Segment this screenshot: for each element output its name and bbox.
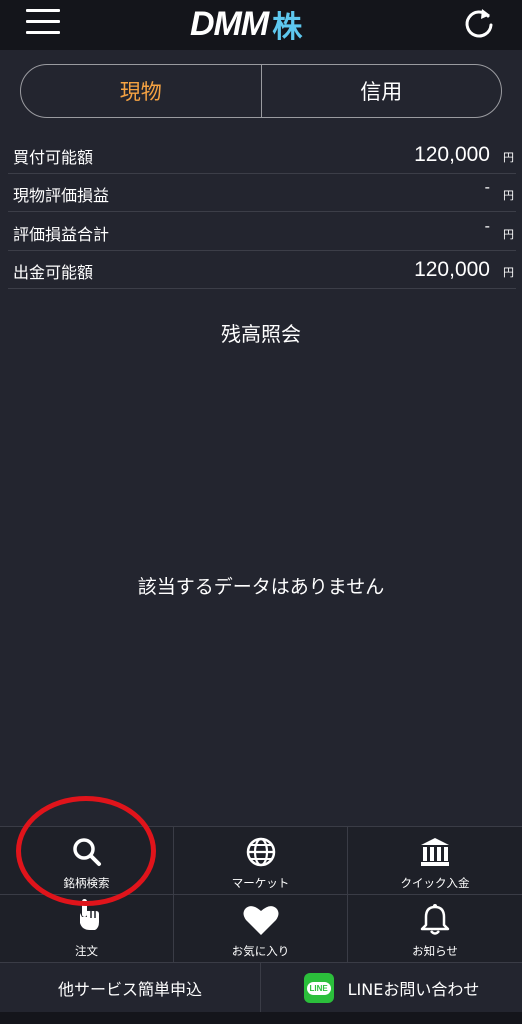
empty-state-message: 該当するデータはありません: [137, 576, 385, 598]
summary-row-withdrawable: 出金可能額 120,000 円: [8, 251, 516, 289]
line-inquiry-label: LINEお問い合わせ: [347, 980, 480, 999]
tab-spot[interactable]: 現物: [21, 65, 262, 117]
hamburger-menu-icon[interactable]: [26, 9, 60, 35]
account-type-tabs: 現物 信用: [20, 64, 502, 118]
bottom-nav: 銘柄検索 マーケット クイック入金 注文 お気に入り お知らせ: [0, 826, 522, 962]
nav-favorites[interactable]: お気に入り: [174, 894, 348, 962]
nav-label: 銘柄検索: [63, 876, 110, 890]
nav-label: マーケット: [231, 876, 290, 890]
summary-label: 出金可能額: [13, 263, 94, 282]
summary-row-spot-pnl: 現物評価損益 - 円: [8, 174, 516, 212]
summary-row-buying-power: 買付可能額 120,000 円: [8, 135, 516, 174]
summary-unit: 円: [503, 150, 514, 164]
tab-margin[interactable]: 信用: [262, 65, 502, 117]
nav-label: クイック入金: [400, 876, 470, 890]
bell-icon: [420, 904, 450, 935]
nav-label: お気に入り: [231, 944, 290, 958]
line-logo-icon: LINE: [303, 973, 334, 1003]
globe-icon: [246, 837, 275, 867]
hand-pointer-icon: [79, 899, 99, 930]
nav-order[interactable]: 注文: [0, 894, 174, 962]
summary-unit: 円: [503, 227, 514, 241]
summary-unit: 円: [503, 266, 514, 279]
nav-notifications[interactable]: お知らせ: [348, 894, 522, 962]
bottom-strip: [0, 1012, 522, 1024]
summary-label: 現物評価損益: [13, 186, 110, 205]
account-summary: 買付可能額 120,000 円 現物評価損益 - 円 評価損益合計 - 円 出金…: [8, 135, 516, 289]
nav-market[interactable]: マーケット: [174, 826, 348, 894]
summary-label: 評価損益合計: [13, 224, 110, 244]
nav-label: 注文: [75, 944, 98, 958]
nav-stock-search[interactable]: 銘柄検索: [0, 826, 174, 894]
dmm-kabu-logo: DMM 株: [190, 4, 303, 46]
summary-row-total-pnl: 評価損益合計 - 円: [8, 212, 516, 251]
nav-label: お知らせ: [412, 944, 458, 958]
summary-unit: 円: [503, 189, 514, 202]
other-services-button[interactable]: 他サービス簡単申込: [0, 963, 261, 1013]
footer-bar: 他サービス簡単申込 LINE LINEお問い合わせ: [0, 962, 522, 1013]
summary-value: -: [484, 179, 490, 196]
summary-value: 120,000: [414, 258, 490, 281]
summary-value: 120,000: [414, 142, 490, 166]
summary-value: -: [484, 217, 490, 235]
refresh-icon[interactable]: [462, 6, 496, 40]
heart-icon: [243, 906, 278, 935]
line-inquiry-button[interactable]: LINE LINEお問い合わせ: [261, 963, 522, 1013]
search-icon: [72, 838, 101, 866]
nav-quick-deposit[interactable]: クイック入金: [348, 826, 522, 894]
bank-icon: [421, 838, 449, 866]
summary-label: 買付可能額: [13, 147, 94, 167]
section-title: 残高照会: [221, 322, 301, 346]
app-header: DMM 株: [0, 0, 522, 50]
